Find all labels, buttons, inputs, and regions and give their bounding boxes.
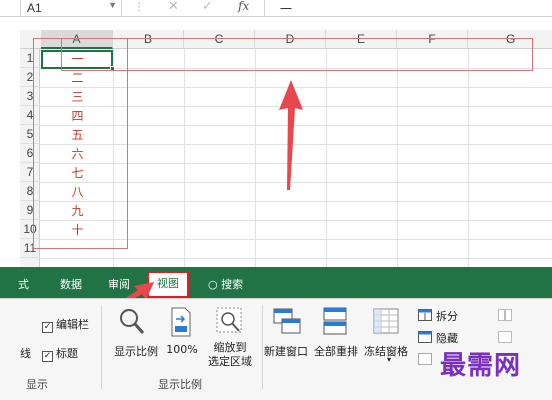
zoom-button[interactable]: 显示比例 (108, 343, 164, 359)
group-label-zoom: 显示比例 (158, 378, 202, 391)
grid-line (397, 49, 398, 270)
zoom-magnifier-icon[interactable] (118, 307, 146, 337)
gridlines-label: 线 (20, 347, 31, 360)
check-icon: ✓ (42, 322, 53, 333)
cancel-icon[interactable]: ✕ (168, 0, 179, 14)
new-window-button[interactable]: 新建窗口 (260, 343, 312, 359)
chevron-down-icon[interactable]: ▾ (384, 355, 394, 364)
grid-line (326, 49, 327, 270)
grid-line (184, 49, 185, 270)
side-by-side-icon[interactable] (498, 309, 512, 321)
zoom-100-button[interactable]: 100% (164, 343, 200, 356)
annotation-arrow-up-icon (279, 80, 303, 190)
unhide-icon[interactable] (418, 353, 432, 365)
tab-data[interactable]: 数据 (60, 276, 82, 292)
formula-bar-checkbox[interactable]: ✓ 编辑栏 (42, 316, 89, 333)
formula-input[interactable]: 一 (280, 0, 292, 17)
formula-bar: A1 ▼ ⋮ ✕ ✓ fx 一 (0, 0, 552, 17)
ribbon-tab-bar: 式 数据 审阅 视图 ○ 搜索 (0, 267, 552, 298)
tab-formulas[interactable]: 式 (18, 276, 29, 292)
group-label-show: 显示 (26, 378, 48, 391)
zoom-to-selection-line2[interactable]: 选定区域 (198, 353, 262, 369)
name-box[interactable]: A1 ▼ (20, 0, 122, 17)
check-icon: ✓ (42, 351, 53, 362)
arrange-all-button[interactable]: 全部重排 (310, 343, 362, 359)
split-button[interactable]: 拆分 (436, 308, 458, 324)
tab-search-label: 搜索 (221, 278, 244, 291)
grid-line (255, 49, 256, 270)
grid-line (468, 49, 469, 270)
insert-function-icon[interactable]: fx (238, 0, 249, 13)
new-window-icon[interactable] (272, 307, 302, 337)
zoom-100-icon[interactable] (170, 307, 192, 337)
gridlines-checkbox-partial[interactable]: 线 (20, 345, 31, 361)
annotation-box-row (61, 38, 533, 71)
group-divider (101, 305, 102, 389)
name-box-value: A1 (27, 1, 42, 15)
tab-search[interactable]: ○ 搜索 (208, 276, 243, 292)
headings-label: 标题 (56, 347, 78, 360)
freeze-panes-icon[interactable] (372, 307, 400, 337)
worksheet[interactable]: A B C D E F G 1 2 3 4 5 6 7 8 9 10 11 一 … (20, 30, 552, 270)
lightbulb-icon: ○ (208, 278, 218, 291)
drag-handle-icon[interactable]: ⋮ (134, 2, 144, 13)
formula-divider (264, 0, 265, 17)
hide-button[interactable]: 隐藏 (436, 330, 458, 346)
arrange-all-icon[interactable] (322, 307, 348, 337)
chevron-down-icon[interactable]: ▼ (108, 0, 117, 10)
watermark-logo: 最需网 (440, 351, 522, 381)
enter-icon[interactable]: ✓ (202, 0, 213, 14)
formula-bar-label: 编辑栏 (56, 318, 89, 331)
synchronous-scroll-icon[interactable] (498, 331, 512, 343)
grid-line (40, 258, 552, 259)
hide-icon[interactable] (418, 331, 432, 343)
split-icon[interactable] (418, 309, 432, 321)
zoom-to-selection-icon[interactable] (216, 307, 244, 337)
headings-checkbox[interactable]: ✓ 标题 (42, 345, 78, 362)
